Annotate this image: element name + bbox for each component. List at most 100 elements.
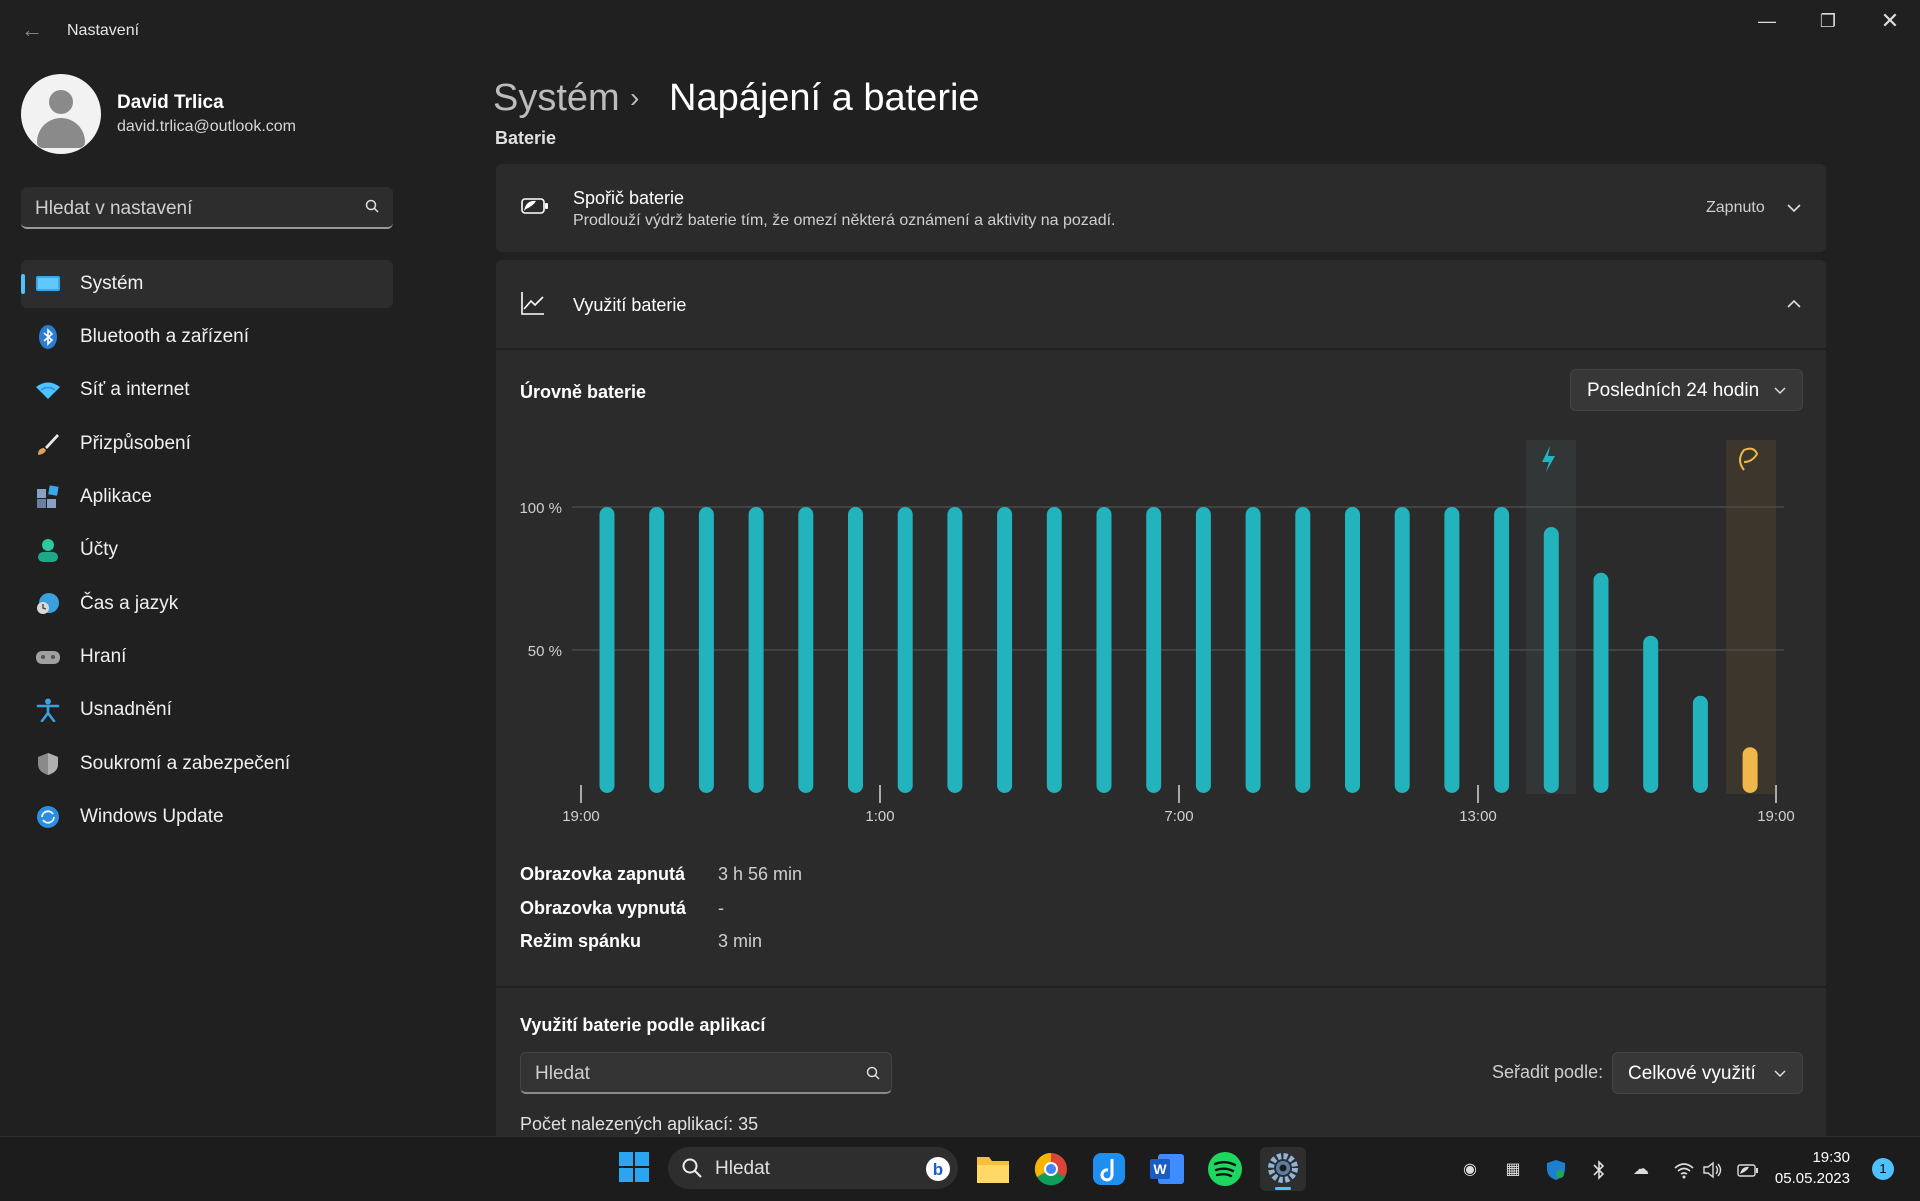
- back-arrow-icon[interactable]: ←: [18, 16, 46, 44]
- word-icon[interactable]: W: [1144, 1147, 1190, 1191]
- sidebar-item-accounts[interactable]: Účty: [21, 526, 393, 574]
- sidebar-item-label: Windows Update: [80, 806, 224, 827]
- sidebar-item-personalization[interactable]: Přizpůsobení: [21, 420, 393, 468]
- battery-bar: [1494, 507, 1510, 793]
- volume-icon[interactable]: [1702, 1159, 1724, 1181]
- steam-icon[interactable]: ◉: [1459, 1159, 1481, 1181]
- sidebar-item-label: Čas a jazyk: [80, 593, 179, 614]
- sidebar-item-system[interactable]: Systém: [21, 260, 393, 308]
- gamepad-icon: [36, 651, 60, 664]
- sidebar-item-bluetooth[interactable]: Bluetooth a zařízení: [21, 313, 393, 361]
- sidebar-item-apps[interactable]: Aplikace: [21, 473, 393, 521]
- battery-bar: [1345, 507, 1360, 793]
- battery-bar: [599, 507, 615, 793]
- apps-icon: [37, 485, 59, 508]
- page-title: Napájení a baterie: [669, 77, 980, 119]
- minimize-icon[interactable]: —: [1737, 6, 1797, 36]
- restore-icon[interactable]: ❐: [1798, 6, 1858, 36]
- search-placeholder: Hledat v nastavení: [35, 198, 193, 219]
- active-indicator: [21, 274, 25, 294]
- battery-saver-title: Spořič baterie: [573, 188, 685, 208]
- battery-saver-icon: [521, 198, 548, 214]
- app-search-placeholder: Hledat: [535, 1063, 590, 1084]
- clock[interactable]: 19:30 05.05.2023: [1775, 1147, 1850, 1189]
- battery-bar: [1046, 507, 1062, 793]
- accessibility-icon: [36, 698, 60, 722]
- clock-time: 19:30: [1812, 1149, 1850, 1166]
- sidebar-item-privacy[interactable]: Soukromí a zabezpečení: [21, 740, 393, 788]
- battery-bar: [897, 507, 913, 793]
- avatar[interactable]: [21, 74, 101, 154]
- sidebar-item-label: Přizpůsobení: [80, 433, 191, 454]
- battery-bar: [1593, 572, 1609, 793]
- battery-bar: [1543, 527, 1559, 793]
- onedrive-icon[interactable]: ☁: [1630, 1159, 1652, 1181]
- saver-highlight: [1726, 440, 1776, 794]
- taskbar-search[interactable]: Hledat b: [668, 1147, 958, 1189]
- sidebar-item-accessibility[interactable]: Usnadnění: [21, 686, 393, 734]
- sidebar-item-windows-update[interactable]: Windows Update: [21, 793, 393, 841]
- chevron-down-icon[interactable]: [1786, 202, 1802, 214]
- bluetooth-tray-icon[interactable]: [1589, 1159, 1609, 1181]
- taskbar-search-text: Hledat: [715, 1158, 770, 1179]
- shield-icon: [38, 753, 58, 775]
- stat-value: -: [718, 898, 724, 918]
- battery-bar: [798, 507, 814, 793]
- x-tick-label: 1:00: [865, 808, 894, 825]
- search-icon: [866, 1066, 880, 1080]
- section-heading: Baterie: [495, 128, 557, 148]
- search-icon: [682, 1158, 702, 1178]
- app-search-input[interactable]: Hledat: [520, 1052, 892, 1094]
- battery-bar: [1444, 507, 1460, 793]
- x-tick-label: 19:00: [562, 808, 600, 825]
- battery-bar: [748, 507, 764, 793]
- breadcrumb-parent[interactable]: Systém: [493, 77, 620, 120]
- chevron-down-icon: [1774, 1070, 1786, 1078]
- sidebar-item-label: Soukromí a zabezpečení: [80, 753, 291, 774]
- system-icon: [36, 276, 60, 291]
- clock-date: 05.05.2023: [1774, 1170, 1850, 1187]
- svg-text:b: b: [933, 1160, 943, 1179]
- bluetooth-icon: [39, 325, 57, 349]
- stat-label: Režim spánku: [520, 931, 642, 951]
- sidebar-item-network[interactable]: Síť a internet: [21, 366, 393, 414]
- battery-bar: [848, 507, 863, 793]
- sort-value: Celkové využití: [1628, 1063, 1756, 1084]
- battery-bar: [947, 507, 963, 793]
- chevron-right-icon: ›: [630, 82, 640, 113]
- chevron-up-icon[interactable]: [1786, 298, 1802, 310]
- chart-line-icon: [521, 292, 544, 315]
- file-explorer-icon[interactable]: [970, 1147, 1016, 1191]
- notification-badge[interactable]: 1: [1872, 1158, 1894, 1180]
- battery-saver-card[interactable]: Spořič baterie Prodlouží výdrž baterie t…: [496, 164, 1826, 252]
- settings-taskbar-button[interactable]: [1260, 1147, 1306, 1191]
- spotify-icon[interactable]: [1202, 1147, 1248, 1191]
- svg-text:W: W: [1153, 1161, 1167, 1177]
- x-tick-label: 19:00: [1757, 808, 1795, 825]
- sidebar-item-label: Hraní: [80, 646, 127, 667]
- battery-usage-header[interactable]: Využití baterie: [496, 260, 1826, 348]
- wifi-tray-icon[interactable]: [1673, 1159, 1695, 1181]
- settings-search-input[interactable]: Hledat v nastavení: [21, 187, 393, 229]
- battery-saver-subtitle: Prodlouží výdrž baterie tím, že omezí ně…: [573, 212, 1116, 229]
- close-icon[interactable]: ✕: [1860, 6, 1920, 36]
- music-app-icon[interactable]: [1086, 1147, 1132, 1191]
- battery-usage-title: Využití baterie: [573, 295, 687, 315]
- sidebar-item-time-language[interactable]: Čas a jazyk: [21, 580, 393, 628]
- settings-gear-icon: [1268, 1153, 1298, 1183]
- battery-bar: [1295, 507, 1311, 793]
- windows-start-icon[interactable]: [618, 1151, 650, 1183]
- sidebar-item-gaming[interactable]: Hraní: [21, 633, 393, 681]
- wifi-icon: [36, 382, 60, 399]
- battery-tray-icon[interactable]: [1736, 1159, 1760, 1181]
- stat-value: 3 min: [718, 931, 763, 951]
- teams-icon[interactable]: ▦: [1502, 1159, 1524, 1181]
- battery-bar: [1096, 507, 1112, 793]
- battery-levels-chart: 100 % 50 % 19:00 1:00 7:00 13:00 19:00: [519, 440, 1795, 825]
- chrome-icon[interactable]: [1028, 1147, 1074, 1191]
- battery-bar: [1643, 635, 1659, 793]
- defender-icon[interactable]: [1545, 1159, 1567, 1181]
- battery-bar: [649, 507, 665, 793]
- battery-bar: [1245, 507, 1261, 793]
- sort-dropdown[interactable]: Celkové využití: [1612, 1052, 1803, 1094]
